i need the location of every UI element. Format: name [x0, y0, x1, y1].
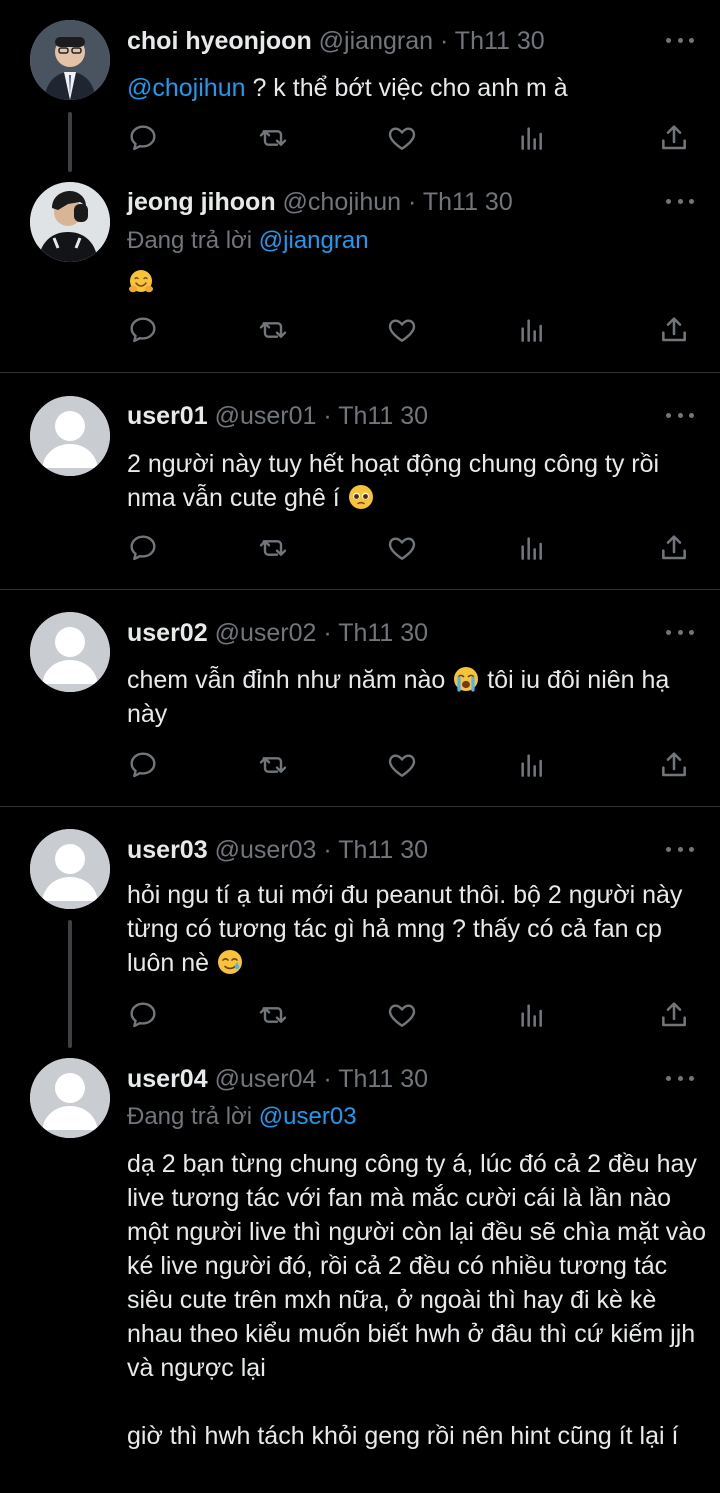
separator-dot: · [323, 402, 332, 430]
like-icon[interactable] [386, 749, 418, 781]
timestamp[interactable]: Th11 30 [338, 1065, 428, 1093]
avatar[interactable] [30, 20, 110, 100]
action-bar [0, 749, 720, 781]
tweet-text: 2 người này tuy hết hoạt động chung công… [127, 447, 707, 515]
avatar[interactable] [30, 1058, 110, 1138]
action-bar [0, 122, 720, 154]
separator-dot: · [323, 836, 332, 864]
share-icon[interactable] [658, 122, 690, 154]
display-name[interactable]: user02 [127, 619, 208, 647]
like-icon[interactable] [386, 999, 418, 1031]
reply-icon[interactable] [127, 122, 159, 154]
tweet-header: user02 @user02 · Th11 30 [127, 617, 428, 649]
share-icon[interactable] [658, 749, 690, 781]
tweet-text: hỏi ngu tí ạ tui mới đu peanut thôi. bộ … [127, 878, 707, 980]
more-icon[interactable] [664, 839, 696, 859]
replying-to-label: Đang trả lời [127, 1103, 259, 1130]
divider [0, 806, 720, 807]
mention-link[interactable]: @jiangran [259, 227, 369, 254]
share-icon[interactable] [658, 999, 690, 1031]
display-name[interactable]: user04 [127, 1065, 208, 1093]
handle[interactable]: @user04 [215, 1065, 317, 1093]
mention-link[interactable]: @chojihun [127, 74, 246, 102]
tweet-header: user04 @user04 · Th11 30 [127, 1063, 428, 1095]
action-bar [0, 532, 720, 564]
more-icon[interactable] [664, 405, 696, 425]
display-name[interactable]: user01 [127, 402, 208, 430]
separator-dot: · [439, 27, 449, 55]
display-name[interactable]: choi hyeonjoon [127, 27, 312, 55]
views-icon[interactable] [516, 999, 548, 1031]
hugging-face-emoji [129, 270, 153, 293]
more-icon[interactable] [664, 1068, 696, 1088]
views-icon[interactable] [516, 532, 548, 564]
like-icon[interactable] [386, 314, 418, 346]
separator-dot: · [323, 1065, 332, 1093]
reply-icon[interactable] [127, 749, 159, 781]
mention-link[interactable]: @user03 [259, 1103, 357, 1130]
handle[interactable]: @user02 [215, 619, 317, 647]
tweet-header: user03 @user03 · Th11 30 [127, 834, 428, 866]
timestamp[interactable]: Th11 30 [338, 402, 428, 430]
retweet-icon[interactable] [257, 749, 289, 781]
action-bar [0, 999, 720, 1031]
like-icon[interactable] [386, 122, 418, 154]
views-icon[interactable] [516, 122, 548, 154]
divider [0, 372, 720, 373]
tweet-header: user01 @user01 · Th11 30 [127, 400, 428, 432]
tweet-text-content: hỏi ngu tí ạ tui mới đu peanut thôi. bộ … [127, 881, 683, 977]
retweet-icon[interactable] [257, 122, 289, 154]
divider [0, 589, 720, 590]
handle[interactable]: @jiangran [319, 27, 433, 55]
more-icon[interactable] [664, 30, 696, 50]
share-icon[interactable] [658, 532, 690, 564]
timestamp[interactable]: Th11 30 [423, 188, 513, 216]
reply-icon[interactable] [127, 999, 159, 1031]
handle[interactable]: @chojihun [283, 188, 402, 216]
share-icon[interactable] [658, 314, 690, 346]
avatar[interactable] [30, 182, 110, 262]
avatar[interactable] [30, 612, 110, 692]
separator-dot: · [408, 188, 417, 216]
retweet-icon[interactable] [257, 999, 289, 1031]
timestamp[interactable]: Th11 30 [338, 836, 428, 864]
retweet-icon[interactable] [257, 532, 289, 564]
avatar[interactable] [30, 396, 110, 476]
replying-to: Đang trả lời @user03 [127, 1102, 357, 1132]
more-icon[interactable] [664, 622, 696, 642]
replying-to-label: Đang trả lời [127, 227, 259, 254]
retweet-icon[interactable] [257, 314, 289, 346]
like-icon[interactable] [386, 532, 418, 564]
tweet-text-content: 2 người này tuy hết hoạt động chung công… [127, 450, 660, 512]
handle[interactable]: @user03 [215, 836, 317, 864]
tweet-text: chem vẫn đỉnh như năm nào tôi iu đôi niê… [127, 663, 707, 731]
tweet-text-content: ? k thể bớt việc cho anh m à [245, 74, 568, 102]
views-icon[interactable] [516, 314, 548, 346]
handle[interactable]: @user01 [215, 402, 317, 430]
display-name[interactable]: jeong jihoon [127, 188, 276, 216]
separator-dot: · [323, 619, 332, 647]
pleading-face-emoji [348, 485, 373, 509]
tweet-header: choi hyeonjoon @jiangran · Th11 30 [127, 25, 545, 57]
loudly-crying-face-emoji [454, 667, 479, 692]
display-name[interactable]: user03 [127, 836, 208, 864]
views-icon[interactable] [516, 749, 548, 781]
action-bar [0, 314, 720, 346]
smiling-face-with-tear-emoji [217, 950, 242, 974]
tweet-text: dạ 2 bạn từng chung công ty á, lúc đó cả… [127, 1147, 707, 1453]
tweet-paragraph: giờ thì hwh tách khỏi geng rồi nên hint … [127, 1422, 679, 1450]
reply-icon[interactable] [127, 314, 159, 346]
tweet-text-content: chem vẫn đỉnh như năm nào [127, 666, 453, 694]
timestamp[interactable]: Th11 30 [455, 27, 545, 55]
timestamp[interactable]: Th11 30 [338, 619, 428, 647]
tweet-text [127, 266, 707, 300]
more-icon[interactable] [664, 191, 696, 211]
tweet-paragraph: dạ 2 bạn từng chung công ty á, lúc đó cả… [127, 1150, 707, 1382]
replying-to: Đang trả lời @jiangran [127, 226, 369, 256]
tweet-text: @chojihun ? k thể bớt việc cho anh m à [127, 71, 707, 105]
reply-icon[interactable] [127, 532, 159, 564]
avatar[interactable] [30, 829, 110, 909]
tweet-header: jeong jihoon @chojihun · Th11 30 [127, 186, 513, 218]
